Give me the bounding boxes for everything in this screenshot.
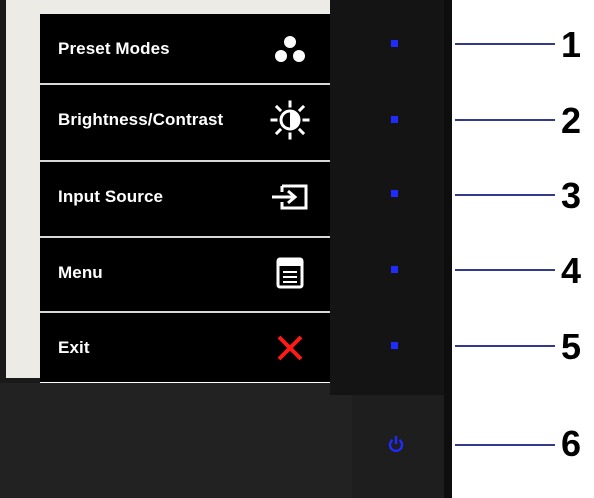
button-4-led[interactable] xyxy=(391,266,398,273)
callout-line xyxy=(455,444,555,446)
monitor-bezel-bottom xyxy=(0,383,352,498)
osd-item-label: Preset Modes xyxy=(58,39,170,58)
callout-number: 3 xyxy=(561,175,582,216)
osd-item-input-source[interactable]: Input Source xyxy=(40,162,330,232)
button-2-led[interactable] xyxy=(391,116,398,123)
callout-line xyxy=(455,345,555,347)
menu-icon xyxy=(270,253,310,293)
power-icon[interactable] xyxy=(388,435,404,453)
osd-item-menu[interactable]: Menu xyxy=(40,238,330,308)
screen-area-top xyxy=(6,0,332,14)
monitor-osd-diagram: Preset Modes Brightness/Contrast Input S… xyxy=(0,0,594,498)
callout-number: 4 xyxy=(561,250,582,291)
button-3-led[interactable] xyxy=(391,190,398,197)
screen-area xyxy=(6,0,40,378)
button-panel xyxy=(330,0,452,395)
osd-menu: Preset Modes Brightness/Contrast Input S… xyxy=(40,14,330,382)
callout-number: 1 xyxy=(561,24,582,65)
button-1-led[interactable] xyxy=(391,40,398,47)
osd-item-exit[interactable]: Exit xyxy=(40,313,330,383)
brightness-icon xyxy=(270,100,310,140)
callout-number: 6 xyxy=(561,423,582,464)
osd-item-brightness-contrast[interactable]: Brightness/Contrast xyxy=(40,85,330,155)
osd-item-label: Menu xyxy=(58,263,103,282)
callout-number: 5 xyxy=(561,326,582,367)
exit-icon xyxy=(270,328,310,368)
callout-line xyxy=(455,43,555,45)
callout-line xyxy=(455,269,555,271)
osd-item-label: Exit xyxy=(58,338,90,357)
osd-item-preset-modes[interactable]: Preset Modes xyxy=(40,14,330,84)
input-source-icon xyxy=(270,177,310,217)
callout-line xyxy=(455,194,555,196)
button-5-led[interactable] xyxy=(391,342,398,349)
osd-item-label: Input Source xyxy=(58,187,164,206)
button-panel-edge xyxy=(444,0,452,498)
osd-item-label: Brightness/Contrast xyxy=(58,110,224,129)
callout-number: 2 xyxy=(561,100,582,141)
preset-modes-icon xyxy=(270,29,310,69)
callout-line xyxy=(455,119,555,121)
